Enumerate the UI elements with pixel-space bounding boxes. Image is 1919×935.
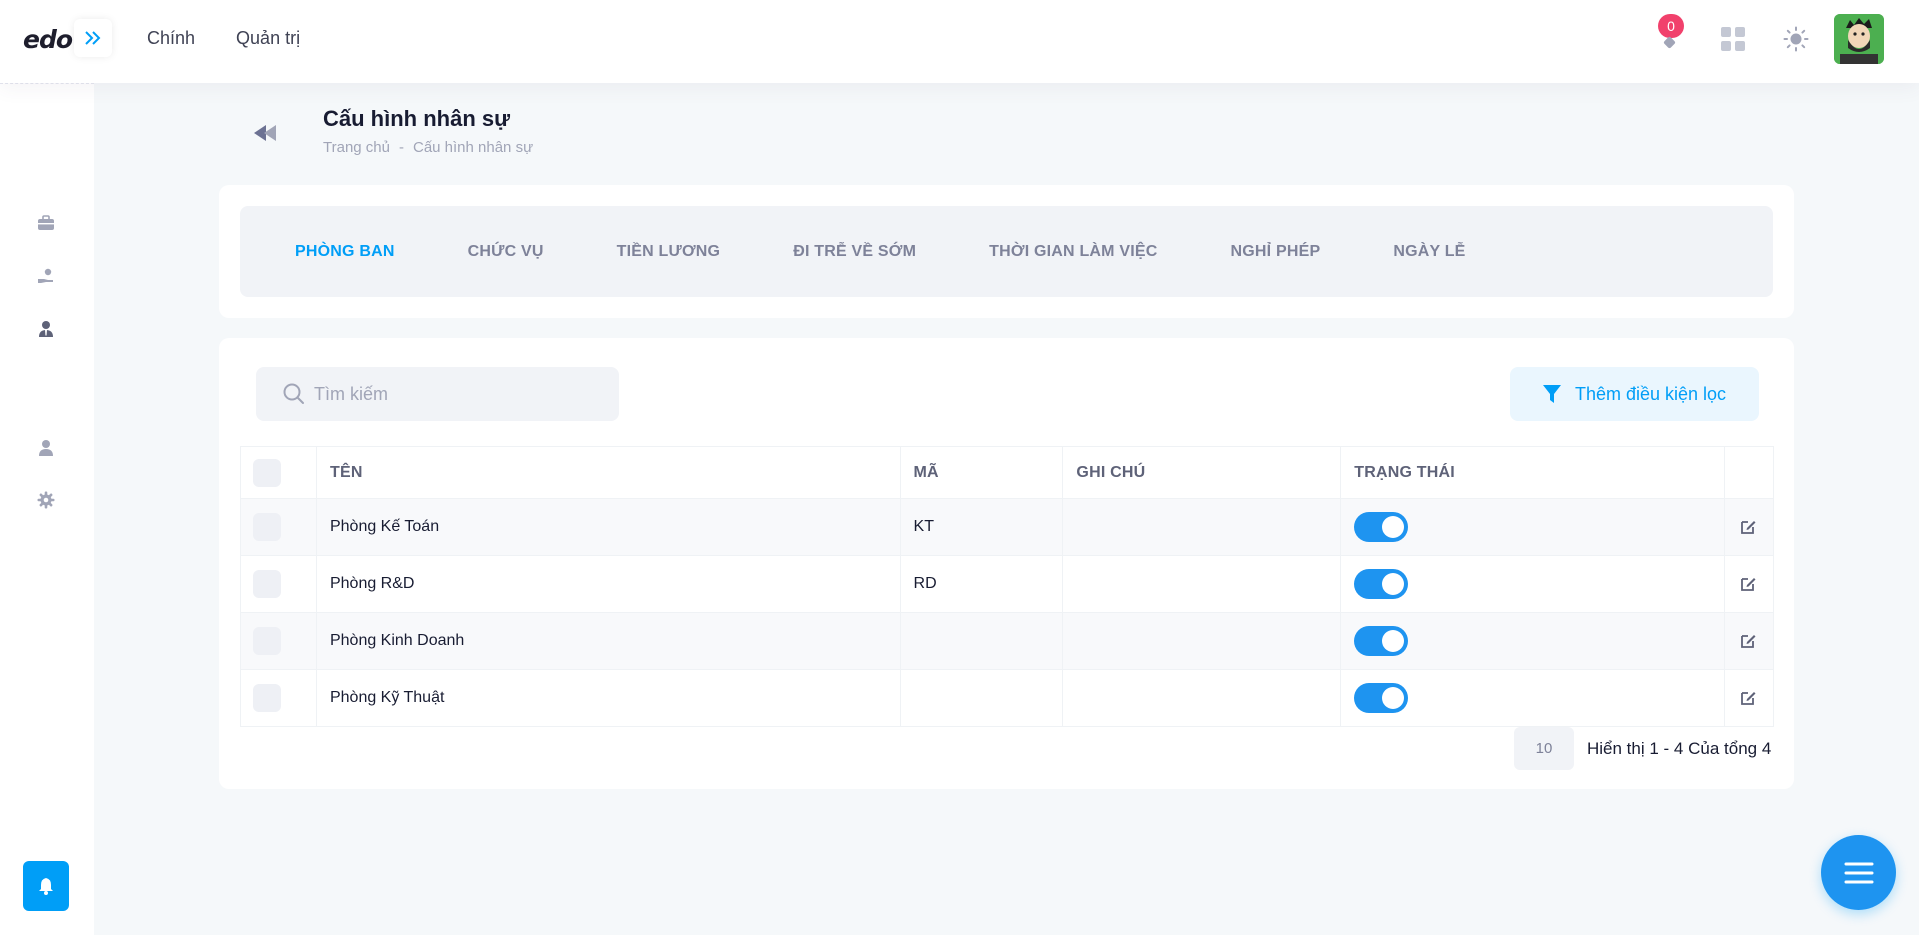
department-name: Phòng Kinh Doanh xyxy=(315,612,901,670)
tabs-card: PHÒNG BAN CHỨC VỤ TIỀN LƯƠNG ĐI TRỄ VỀ S… xyxy=(219,185,1794,318)
search-input[interactable] xyxy=(314,383,614,405)
column-header-status[interactable]: TRẠNG THÁI xyxy=(1340,446,1725,499)
status-toggle[interactable] xyxy=(1354,626,1409,656)
department-note xyxy=(1062,612,1342,670)
edit-icon[interactable] xyxy=(1739,632,1757,650)
status-toggle[interactable] xyxy=(1354,683,1409,713)
add-filter-button[interactable]: Thêm điều kiện lọc xyxy=(1510,367,1759,421)
department-note xyxy=(1062,555,1342,613)
table-header-row: TÊN MÃ GHI CHÚ TRẠNG THÁI xyxy=(240,446,1775,499)
double-chevron-right-icon xyxy=(85,31,101,45)
sidebar-toggle-button[interactable] xyxy=(74,19,112,57)
column-header-code[interactable]: MÃ xyxy=(899,446,1064,499)
tab-ngay-le[interactable]: NGÀY LỄ xyxy=(1393,243,1465,261)
top-nav: Chính Quản trị xyxy=(147,28,300,49)
left-sidebar xyxy=(0,83,94,935)
tab-bar: PHÒNG BAN CHỨC VỤ TIỀN LƯƠNG ĐI TRỄ VỀ S… xyxy=(240,206,1773,297)
edit-icon[interactable] xyxy=(1739,575,1757,593)
pagination: 10 Hiển thị 1 - 4 Của tổng 4 xyxy=(1514,727,1771,770)
tab-tien-luong[interactable]: TIỀN LƯƠNG xyxy=(617,243,721,261)
select-all-checkbox[interactable] xyxy=(253,458,281,487)
hand-money-icon[interactable] xyxy=(37,267,55,285)
notification-badge[interactable]: 0 xyxy=(1658,14,1684,38)
department-name: Phòng R&D xyxy=(315,555,901,613)
table-row: Phòng Kế Toán KT xyxy=(240,498,1775,556)
breadcrumb-home[interactable]: Trang chủ xyxy=(323,139,390,156)
user-icon[interactable] xyxy=(37,439,55,457)
filter-icon xyxy=(1542,385,1561,403)
gear-icon[interactable] xyxy=(37,491,55,509)
hamburger-menu-icon xyxy=(1844,862,1873,883)
department-note xyxy=(1062,669,1342,727)
department-code xyxy=(899,669,1064,727)
nav-item-chinh[interactable]: Chính xyxy=(147,28,195,49)
page-size-select[interactable]: 10 xyxy=(1514,727,1574,770)
theme-sun-icon[interactable] xyxy=(1783,26,1809,52)
breadcrumb: Trang chủ - Cấu hình nhân sự xyxy=(323,139,533,156)
top-header: edo Chính Quản trị 0 xyxy=(0,0,1919,83)
row-checkbox[interactable] xyxy=(253,570,281,598)
breadcrumb-separator: - xyxy=(398,139,404,156)
table-row: Phòng Kinh Doanh xyxy=(240,612,1775,670)
user-avatar[interactable] xyxy=(1834,14,1884,64)
edit-icon[interactable] xyxy=(1739,518,1757,536)
tab-phong-ban[interactable]: PHÒNG BAN xyxy=(295,243,395,261)
row-checkbox[interactable] xyxy=(253,627,281,655)
department-code: RD xyxy=(899,555,1064,613)
status-toggle[interactable] xyxy=(1354,512,1409,542)
column-header-name[interactable]: TÊN xyxy=(315,446,901,499)
department-table: TÊN MÃ GHI CHÚ TRẠNG THÁI Phòng Kế Toán … xyxy=(240,446,1775,727)
apps-grid-icon[interactable] xyxy=(1721,27,1745,51)
briefcase-icon[interactable] xyxy=(37,214,55,232)
row-checkbox[interactable] xyxy=(253,513,281,541)
row-checkbox[interactable] xyxy=(253,684,281,712)
department-code: KT xyxy=(899,498,1064,556)
department-code xyxy=(899,612,1064,670)
department-name: Phòng Kế Toán xyxy=(315,498,901,556)
user-tie-icon[interactable] xyxy=(37,320,55,338)
notification-icon[interactable] xyxy=(1663,36,1676,49)
tab-nghi-phep[interactable]: NGHỈ PHÉP xyxy=(1231,243,1321,261)
department-name: Phòng Kỹ Thuật xyxy=(315,669,901,727)
column-header-actions xyxy=(1723,446,1775,499)
app-logo[interactable]: edo xyxy=(23,25,73,54)
nav-item-quan-tri[interactable]: Quản trị xyxy=(236,28,300,49)
back-icon[interactable] xyxy=(252,122,282,144)
tab-thoi-gian-lam-viec[interactable]: THỜI GIAN LÀM VIỆC xyxy=(989,243,1157,261)
add-filter-label: Thêm điều kiện lọc xyxy=(1574,383,1727,404)
tab-di-tre-ve-som[interactable]: ĐI TRỄ VỀ SỚM xyxy=(793,243,916,261)
sidebar-notification-button[interactable] xyxy=(23,861,69,911)
search-icon xyxy=(283,383,304,404)
tab-chuc-vu[interactable]: CHỨC VỤ xyxy=(468,243,544,261)
search-box xyxy=(256,367,619,421)
floating-menu-button[interactable] xyxy=(1821,835,1896,910)
department-note xyxy=(1062,498,1342,556)
bell-icon xyxy=(39,878,53,895)
status-toggle[interactable] xyxy=(1354,569,1409,599)
column-header-note[interactable]: GHI CHÚ xyxy=(1062,446,1342,499)
department-table-card: Thêm điều kiện lọc TÊN MÃ GHI CHÚ TRẠNG … xyxy=(219,338,1794,789)
breadcrumb-current: Cấu hình nhân sự xyxy=(412,139,534,156)
table-row: Phòng Kỹ Thuật xyxy=(240,669,1775,727)
table-row: Phòng R&D RD xyxy=(240,555,1775,613)
page-title: Cấu hình nhân sự xyxy=(323,106,511,131)
pagination-summary: Hiển thị 1 - 4 Của tổng 4 xyxy=(1587,738,1772,758)
edit-icon[interactable] xyxy=(1739,689,1757,707)
